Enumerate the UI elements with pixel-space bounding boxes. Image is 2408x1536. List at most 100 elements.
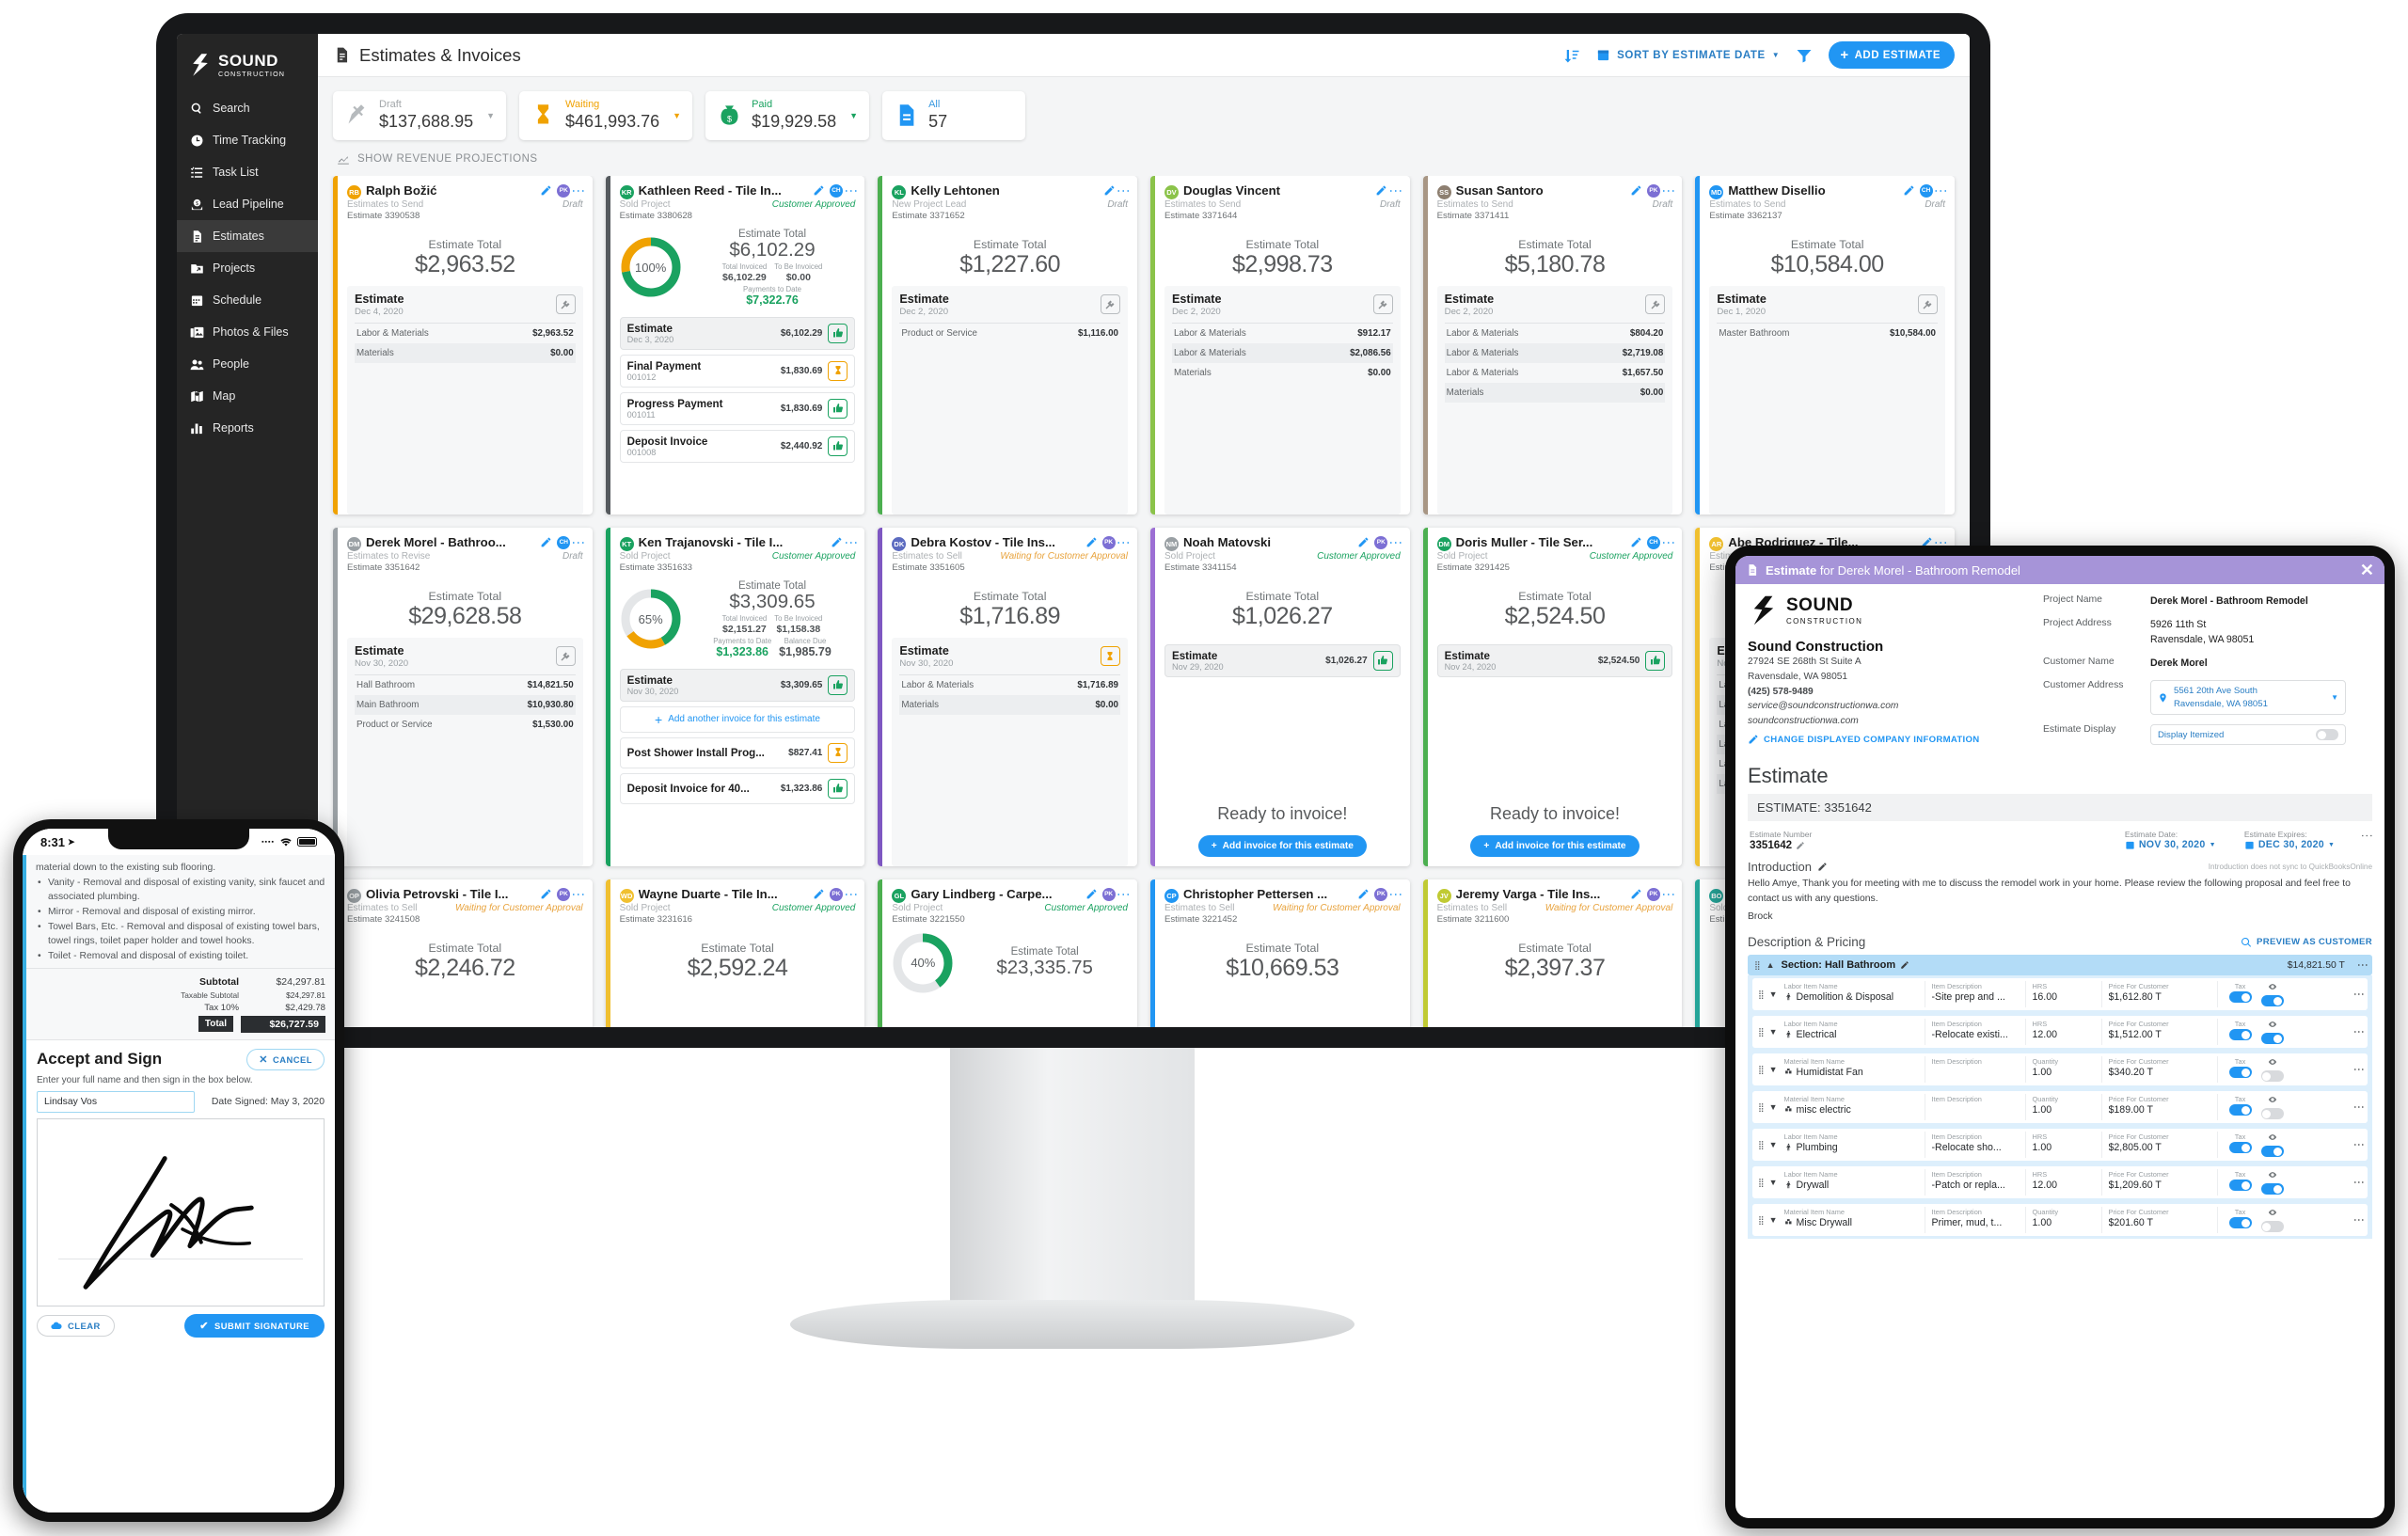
edit-icon[interactable] [1903,184,1915,197]
line-item-row[interactable]: ⣿ ▼ Material Item Name misc electric Item De… [1752,1091,2368,1124]
invoice-row[interactable]: Progress Payment 001011 $1,830.69 [619,391,856,425]
sidebar-item-estimates[interactable]: Estimates [177,220,318,253]
estimate-card[interactable]: MD Matthew Disellio CH ⋮ Estimates to Send Dr… [1695,175,1955,515]
assigned-user-avatar[interactable]: PK [557,183,571,198]
thumb-up-icon[interactable] [828,323,848,343]
edit-icon[interactable] [831,536,843,548]
estimate-card[interactable]: DV Douglas Vincent ⋮ Estimates to Send Draft… [1149,175,1410,515]
edit-icon[interactable] [540,888,552,900]
item-menu-icon[interactable]: ⋮ [2353,1177,2366,1188]
estimate-date-block[interactable]: Estimate Date: NOV 30, 2020 ▼ [2125,830,2216,850]
thumb-up-icon[interactable] [828,398,848,419]
thumb-up-icon[interactable] [828,435,848,456]
item-tax-toggle[interactable] [2228,1217,2252,1229]
chevron-down-icon[interactable]: ▼ [1769,1019,1784,1045]
sort-by-estimate-date-button[interactable]: SORT BY ESTIMATE DATE ▼ [1596,48,1780,62]
sidebar-item-people[interactable]: People [177,348,318,380]
signature-pad[interactable] [37,1117,325,1306]
invoice-row[interactable]: Deposit Invoice 001008 $2,440.92 [619,429,856,463]
item-tax-toggle[interactable] [2228,1180,2252,1192]
item-tax-toggle[interactable] [2228,991,2252,1004]
stat-card-paid[interactable]: $ Paid $19,929.58 ▼ [705,91,870,140]
stat-card-all[interactable]: All 57 [882,91,1026,140]
sidebar-item-photos-files[interactable]: Photos & Files [177,316,318,348]
estimate-card[interactable]: DK Debra Kostov - Tile Ins... PK ⋮ Estimates… [878,527,1137,866]
assigned-user-avatar[interactable]: PK [1374,887,1388,901]
estimate-card[interactable]: SS Susan Santoro PK ⋮ Estimates to Send Draft… [1422,175,1683,515]
item-visibility-toggle[interactable] [2260,1108,2284,1120]
card-menu-icon[interactable]: ⋮ [844,184,859,198]
estimate-display-toggle[interactable] [2316,729,2338,741]
estimate-card[interactable]: OP Olivia Petrovski - Tile I... PK ⋮ Estimat… [333,879,593,1027]
drag-handle-icon[interactable]: ⣿ [1758,1019,1769,1045]
estimate-card[interactable]: WD Wayne Duarte - Tile In... PK ⋮ Sold Proje… [605,879,865,1027]
item-visibility-toggle[interactable] [2260,1146,2284,1158]
estimate-card[interactable]: DM Doris Muller - Tile Ser... CH ⋮ Sold Proj… [1422,527,1683,866]
sidebar-item-task-list[interactable]: Task List [177,156,318,188]
cancel-button[interactable]: ✕ CANCEL [246,1048,325,1070]
card-menu-icon[interactable]: ⋮ [844,536,859,549]
add-another-invoice-button[interactable]: + Add another invoice for this estimate [619,705,856,733]
sidebar-item-map[interactable]: Map [177,380,318,412]
card-menu-icon[interactable]: ⋮ [572,184,587,198]
hourglass-icon[interactable] [1100,646,1120,667]
drag-handle-icon[interactable]: ⣿ [1758,1094,1769,1120]
card-menu-icon[interactable]: ⋮ [1389,184,1404,198]
chevron-down-icon[interactable]: ▼ [1769,1056,1784,1083]
tools-icon[interactable] [1372,294,1393,315]
invoice-row[interactable]: Estimate Nov 30, 2020 $3,309.65 [619,668,856,702]
edit-icon[interactable] [1630,184,1642,197]
sidebar-item-schedule[interactable]: Schedule [177,284,318,316]
chevron-down-icon[interactable]: ▼ [669,111,681,120]
sidebar-item-lead-pipeline[interactable]: $ Lead Pipeline [177,188,318,220]
edit-icon[interactable] [1103,184,1116,197]
full-name-input[interactable]: Lindsay Vos [37,1090,195,1113]
card-menu-icon[interactable]: ⋮ [1389,536,1404,549]
section-menu-icon[interactable]: ⋮ [2356,959,2369,971]
edit-icon[interactable] [1085,888,1098,900]
invoice-row[interactable]: Post Shower Install Prog... $827.41 [619,736,856,768]
hourglass-icon[interactable] [828,742,848,763]
item-menu-icon[interactable]: ⋮ [2353,1026,2366,1037]
edit-icon[interactable] [1630,888,1642,900]
clear-signature-button[interactable]: CLEAR [37,1314,115,1337]
tools-icon[interactable] [1645,294,1666,315]
change-company-info-button[interactable]: CHANGE DISPLAYED COMPANY INFORMATION [1748,734,2030,745]
tools-icon[interactable] [555,294,576,315]
invoice-row[interactable]: Estimate Nov 24, 2020 $2,524.50 [1436,643,1673,677]
estimate-card[interactable]: KR Kathleen Reed - Tile In... CH ⋮ Sold Proj… [605,175,865,515]
drag-handle-icon[interactable]: ⣿ [1754,961,1761,970]
line-item-row[interactable]: ⣿ ▼ Labor Item Name Drywall Item Description… [1752,1166,2368,1199]
card-menu-icon[interactable]: ⋮ [1661,536,1676,549]
chevron-down-icon[interactable]: ▼ [1769,1094,1784,1120]
drag-handle-icon[interactable]: ⣿ [1758,1056,1769,1083]
thumb-up-icon[interactable] [1372,650,1393,671]
thumb-up-icon[interactable] [828,674,848,695]
card-menu-icon[interactable]: ⋮ [1117,184,1132,198]
item-visibility-toggle[interactable] [2260,1183,2284,1196]
edit-icon[interactable] [1630,536,1642,548]
tools-icon[interactable] [1100,294,1120,315]
add-invoice-button[interactable]: + Add invoice for this estimate [1197,834,1367,857]
assigned-user-avatar[interactable]: PK [557,887,571,901]
estimate-meta-menu-icon[interactable]: ⋮ [2360,830,2374,842]
add-estimate-button[interactable]: + ADD ESTIMATE [1829,41,1955,69]
tools-icon[interactable] [555,646,576,667]
chevron-down-icon[interactable]: ▼ [846,111,858,120]
item-menu-icon[interactable]: ⋮ [2353,989,2366,1000]
line-item-row[interactable]: ⣿ ▼ Material Item Name Misc Drywall Item Des… [1752,1204,2368,1237]
line-item-row[interactable]: ⣿ ▼ Labor Item Name Electrical Item Descript… [1752,1016,2368,1049]
item-tax-toggle[interactable] [2228,1104,2252,1116]
stat-card-waiting[interactable]: Waiting $461,993.76 ▼ [519,91,693,140]
sidebar-item-reports[interactable]: Reports [177,412,318,444]
chevron-up-icon[interactable]: ▲ [1766,960,1775,970]
item-tax-toggle[interactable] [2228,1029,2252,1041]
card-menu-icon[interactable]: ⋮ [572,536,587,549]
card-menu-icon[interactable]: ⋮ [1661,184,1676,198]
estimate-card[interactable]: KT Ken Trajanovski - Tile I... ⋮ Sold Proje… [605,527,865,866]
edit-icon[interactable] [1085,536,1098,548]
add-invoice-button[interactable]: + Add invoice for this estimate [1470,834,1640,857]
assigned-user-avatar[interactable]: PK [1101,535,1116,549]
edit-icon[interactable] [813,184,825,197]
chevron-down-icon[interactable]: ▼ [1769,1207,1784,1233]
